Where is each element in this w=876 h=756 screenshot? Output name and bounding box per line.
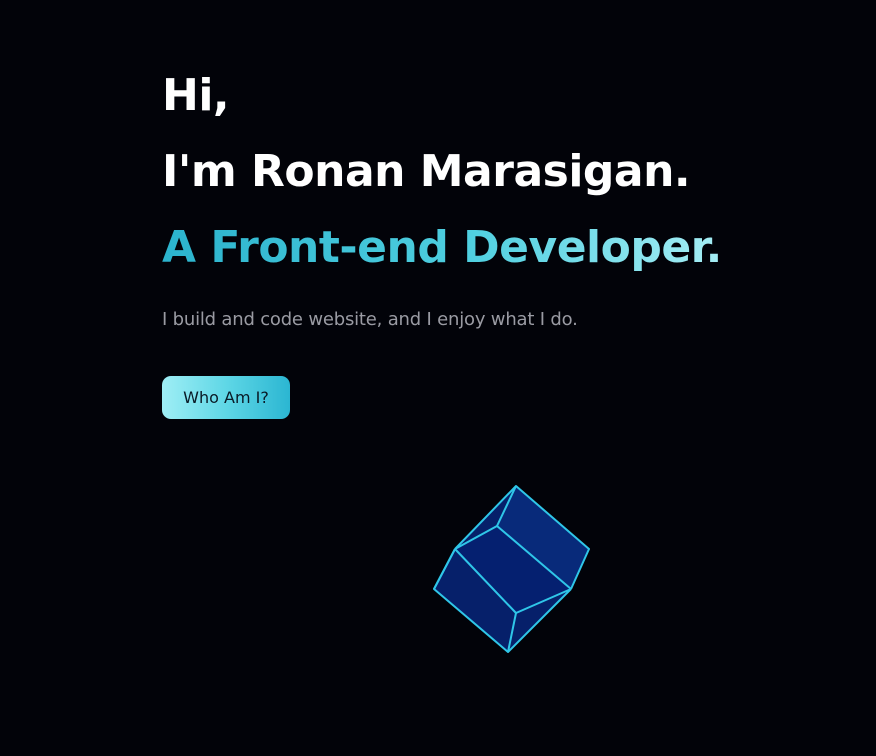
cube-icon	[428, 480, 598, 660]
hero-section: Hi, I'm Ronan Marasigan. A Front-end Dev…	[162, 58, 822, 286]
name-heading: I'm Ronan Marasigan.	[162, 146, 691, 197]
who-am-i-button[interactable]: Who Am I?	[162, 376, 290, 419]
tagline-text: I build and code website, and I enjoy wh…	[162, 309, 578, 330]
greeting-heading: Hi,	[162, 70, 230, 121]
role-heading: A Front-end Developer.	[162, 210, 722, 286]
